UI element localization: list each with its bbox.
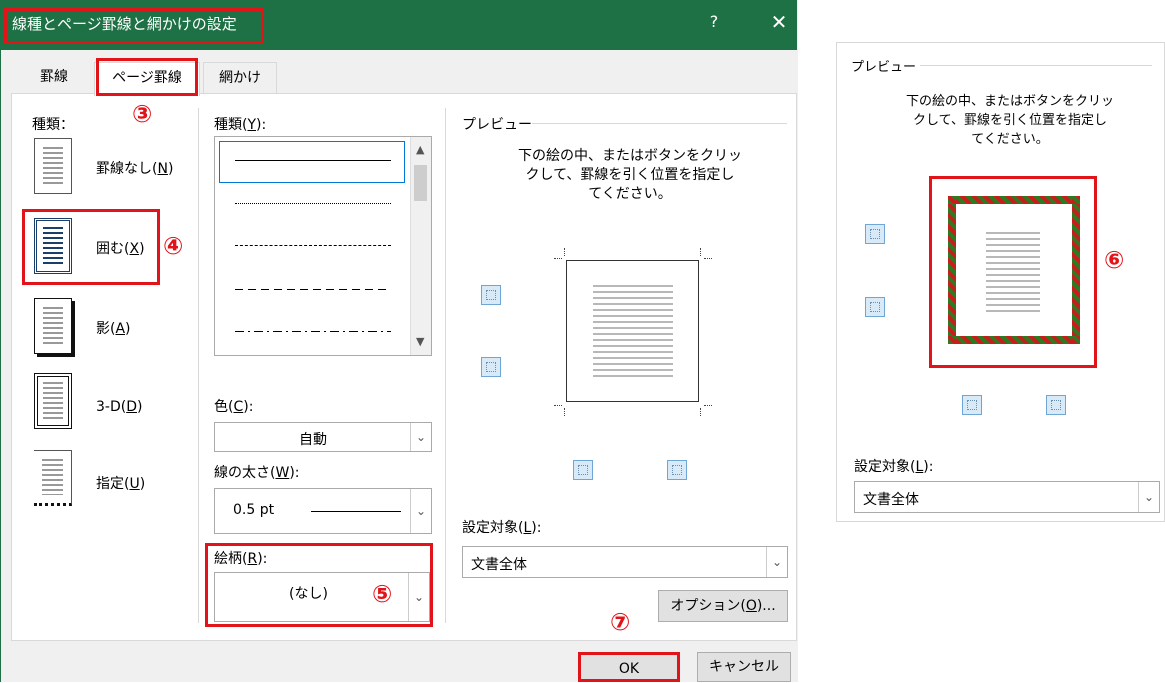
setting-3d-icon[interactable] xyxy=(34,373,72,429)
zoom-apply-label: 設定対象(L): xyxy=(854,459,934,475)
tab-highlight-box xyxy=(96,58,198,96)
box-highlight xyxy=(22,209,160,285)
zoom-bottom-border-button[interactable] xyxy=(865,297,885,317)
color-select[interactable]: 自動 ⌄ xyxy=(214,422,432,452)
setting-custom-icon[interactable] xyxy=(34,450,72,506)
scroll-down-icon[interactable]: ▼ xyxy=(416,335,424,348)
zoom-apply-value: 文書全体 xyxy=(863,492,919,508)
column-separator xyxy=(198,108,199,623)
setting-shadow-icon[interactable] xyxy=(34,298,72,354)
zoom-right-border-button[interactable] xyxy=(1046,395,1066,415)
setting-none[interactable]: 罫線なし(N) xyxy=(96,158,173,178)
apply-to-value: 文書全体 xyxy=(471,557,527,573)
options-button[interactable]: オプション(O)... xyxy=(658,590,788,622)
bottom-border-button[interactable] xyxy=(481,357,501,377)
annotation-4: ④ xyxy=(163,232,184,260)
annotation-6: ⑥ xyxy=(1104,246,1125,274)
zoom-preview-label: プレビュー xyxy=(851,60,917,75)
style-label: 種類(Y): xyxy=(214,117,267,133)
annotation-5: ⑤ xyxy=(372,580,393,608)
width-select[interactable]: 0.5 pt ⌄ xyxy=(214,488,432,534)
chevron-down-icon[interactable]: ⌄ xyxy=(408,573,429,621)
column-separator-2 xyxy=(445,108,446,623)
annotation-3: ③ xyxy=(132,100,153,128)
zoom-instructions: 下の絵の中、またはボタンをクリッ クして、罫線を引く位置を指定し てください。 xyxy=(905,94,1114,147)
chevron-down-icon[interactable]: ⌄ xyxy=(766,547,787,577)
help-button[interactable]: ? xyxy=(700,12,728,31)
cancel-button[interactable]: キャンセル xyxy=(697,652,791,682)
zoom-group-line xyxy=(920,65,1152,66)
dialog-title: 線種とページ罫線と網かけの設定 xyxy=(12,15,237,33)
preview-instructions: 下の絵の中、またはボタンをクリッ クして、罫線を引く位置を指定し てください。 xyxy=(518,148,742,202)
line-style-dotted[interactable] xyxy=(235,203,391,204)
line-style-dashed-large[interactable] xyxy=(235,289,391,290)
preview-text-lines xyxy=(593,285,673,377)
right-border-button[interactable] xyxy=(667,460,687,480)
setting-custom[interactable]: 指定(U) xyxy=(96,473,145,493)
width-label: 線の太さ(W): xyxy=(214,465,300,481)
list-scrollbar[interactable]: ▲ ▼ xyxy=(410,137,431,355)
zoom-text-lines xyxy=(986,232,1040,314)
setting-label: 種類： xyxy=(32,117,74,133)
zoom-top-border-button[interactable] xyxy=(865,224,885,244)
apply-to-select[interactable]: 文書全体 ⌄ xyxy=(462,546,788,578)
top-border-button[interactable] xyxy=(481,285,501,305)
art-value: (なし) xyxy=(289,586,328,602)
art-select[interactable]: (なし) ⌄ xyxy=(214,572,430,622)
color-label: 色(C): xyxy=(214,399,254,415)
annotation-7: ⑦ xyxy=(610,608,631,636)
width-line-sample xyxy=(311,511,401,512)
scroll-thumb[interactable] xyxy=(414,165,427,201)
line-style-dashed-small[interactable] xyxy=(235,245,391,246)
setting-3d[interactable]: 3-D(D) xyxy=(96,399,142,415)
close-button[interactable]: ✕ xyxy=(764,10,794,34)
scroll-up-icon[interactable]: ▲ xyxy=(416,143,424,156)
zoom-left-border-button[interactable] xyxy=(962,395,982,415)
line-style-selected[interactable] xyxy=(219,141,405,183)
line-style-list[interactable]: ▲ ▼ xyxy=(214,136,432,356)
chevron-down-icon[interactable]: ⌄ xyxy=(410,423,431,451)
preview-label: プレビュー xyxy=(462,117,532,133)
line-style-dash-dot[interactable] xyxy=(235,331,391,332)
left-border-button[interactable] xyxy=(573,460,593,480)
preview-page[interactable] xyxy=(566,260,699,402)
apply-to-label: 設定対象(L): xyxy=(462,520,542,536)
chevron-down-icon[interactable]: ⌄ xyxy=(1138,482,1159,512)
setting-shadow[interactable]: 影(A) xyxy=(96,318,131,338)
setting-none-icon[interactable] xyxy=(34,138,72,194)
preview-group-line xyxy=(532,123,787,124)
preview-art-border[interactable] xyxy=(948,196,1080,344)
art-label: 絵柄(R): xyxy=(214,551,268,567)
zoom-apply-select[interactable]: 文書全体 ⌄ xyxy=(854,481,1160,513)
chevron-down-icon[interactable]: ⌄ xyxy=(410,489,431,533)
color-value: 自動 xyxy=(299,432,327,448)
line-style-solid[interactable] xyxy=(235,160,391,161)
ok-button[interactable]: OK xyxy=(578,652,680,682)
tab-shading[interactable]: 網かけ xyxy=(203,62,277,95)
tab-borders[interactable]: 罫線 xyxy=(24,62,84,94)
width-value: 0.5 pt xyxy=(233,502,275,518)
